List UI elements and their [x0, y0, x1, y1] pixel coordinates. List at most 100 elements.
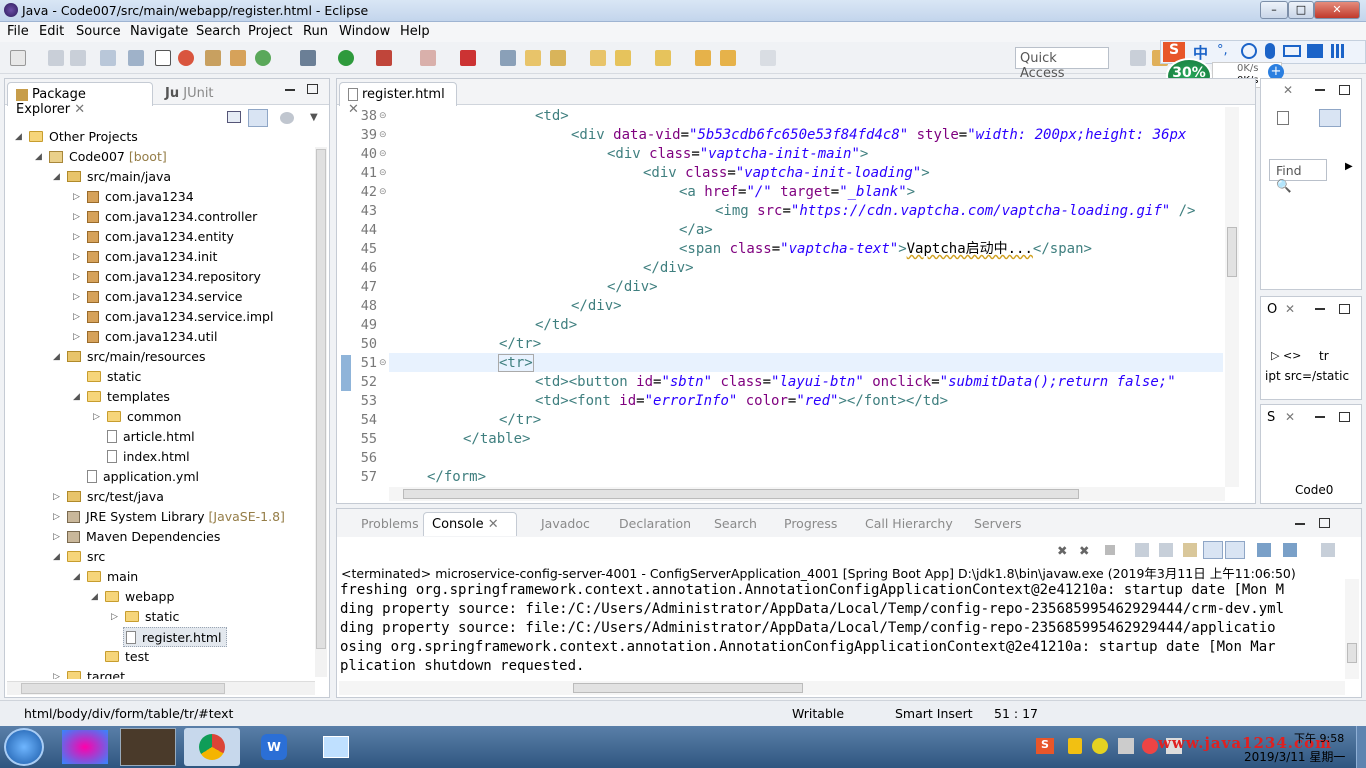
focus-icon[interactable]: [280, 112, 294, 124]
tree-item[interactable]: test: [91, 647, 149, 667]
minimize-view-icon[interactable]: [1315, 308, 1325, 310]
tab-outline[interactable]: O: [1267, 302, 1277, 317]
tab-register-html[interactable]: register.html ✕: [339, 82, 457, 117]
menu-navigate[interactable]: Navigate: [130, 24, 188, 39]
menu-file[interactable]: File: [7, 24, 29, 39]
tree-item[interactable]: ▷ com.java1234.service: [73, 287, 242, 307]
tree-item[interactable]: ◢ src: [53, 547, 105, 567]
find-field[interactable]: Find 🔍: [1269, 159, 1327, 193]
tree-item[interactable]: ▷ common: [93, 407, 181, 427]
remove-all-icon[interactable]: ✖: [1079, 543, 1089, 558]
tree-horizontal-scrollbar[interactable]: [7, 681, 315, 695]
tab-call-hierarchy[interactable]: Call Hierarchy: [865, 516, 953, 531]
tree-item[interactable]: ▷ com.java1234.repository: [73, 267, 261, 287]
code-node[interactable]: Code0: [1295, 483, 1333, 497]
display-console-icon[interactable]: [1283, 543, 1297, 557]
taskbar-wps-icon[interactable]: W: [246, 728, 302, 766]
save-icon[interactable]: [48, 50, 64, 66]
stop-icon[interactable]: [420, 50, 436, 66]
forward-icon[interactable]: [760, 50, 776, 66]
tree-item[interactable]: application.yml: [73, 467, 199, 487]
tab-search[interactable]: Search: [714, 516, 757, 531]
tab-declaration[interactable]: Declaration: [619, 516, 691, 531]
tab-s[interactable]: S: [1267, 410, 1275, 425]
sogou-tray-icon[interactable]: S: [1036, 738, 1054, 754]
minimize-view-icon[interactable]: [1315, 89, 1325, 91]
maximize-view-icon[interactable]: [1339, 304, 1350, 314]
tree-item[interactable]: ◢ src/main/resources: [53, 347, 205, 367]
editor-horizontal-scrollbar[interactable]: [389, 487, 1225, 501]
tab-junit[interactable]: Ju JUnit: [165, 86, 214, 101]
quick-access-field[interactable]: Quick Access: [1015, 47, 1109, 81]
chevron-right-icon[interactable]: ▶: [1345, 161, 1353, 172]
run-config-icon[interactable]: [376, 50, 392, 66]
tab-console[interactable]: Console ✕: [423, 512, 517, 536]
close-icon[interactable]: ✕: [1285, 302, 1295, 316]
editor-vertical-scrollbar[interactable]: [1225, 107, 1239, 487]
tree-item[interactable]: ◢ templates: [73, 387, 170, 407]
scroll-thumb[interactable]: [573, 683, 803, 693]
menu-search[interactable]: Search: [196, 24, 241, 39]
folder-open-icon[interactable]: [590, 50, 606, 66]
scroll-thumb[interactable]: [316, 149, 326, 649]
menu-edit[interactable]: Edit: [39, 24, 64, 39]
shirt-icon[interactable]: [1307, 44, 1323, 58]
tree-item[interactable]: ◢ webapp: [91, 587, 174, 607]
tab-package-explorer[interactable]: Package Explorer ✕: [7, 82, 153, 117]
tray-app-icon[interactable]: [1092, 738, 1108, 754]
tree-item[interactable]: ◢ Code007 [boot]: [35, 147, 167, 167]
link-with-editor-icon[interactable]: [248, 109, 268, 127]
categorize-icon[interactable]: [1319, 109, 1341, 127]
refresh-icon[interactable]: [255, 50, 271, 66]
web-icon[interactable]: [178, 50, 194, 66]
punctuation-icon[interactable]: °,: [1217, 43, 1228, 58]
pencil-icon[interactable]: [550, 50, 566, 66]
toggle-mark-icon[interactable]: [155, 50, 171, 66]
remove-launch-icon[interactable]: ✖: [1057, 543, 1067, 558]
smiley-icon[interactable]: [1241, 43, 1257, 59]
microphone-icon[interactable]: [1265, 43, 1275, 59]
tree-vertical-scrollbar[interactable]: [315, 147, 327, 677]
menu-help[interactable]: Help: [400, 24, 430, 39]
maximize-view-icon[interactable]: [1319, 518, 1330, 528]
external-tools-icon[interactable]: [460, 50, 476, 66]
fold-icon[interactable]: ⊝: [379, 130, 387, 140]
minimize-view-icon[interactable]: [285, 89, 295, 91]
tree-item[interactable]: index.html: [93, 447, 190, 467]
tree-item[interactable]: ▷ com.java1234.init: [73, 247, 217, 267]
maximize-view-icon[interactable]: [307, 84, 318, 94]
tab-javadoc[interactable]: Javadoc: [541, 516, 590, 531]
shield-icon[interactable]: [1068, 738, 1082, 754]
package-icon[interactable]: [230, 50, 246, 66]
network-icon[interactable]: [1118, 738, 1134, 754]
new-console-icon[interactable]: [1321, 543, 1335, 557]
tree-item[interactable]: ◢ Other Projects: [15, 127, 138, 147]
close-icon[interactable]: ✕: [488, 517, 499, 532]
show-stderr-icon[interactable]: [1225, 541, 1245, 559]
tree-item[interactable]: ▷ com.java1234.util: [73, 327, 217, 347]
tree-item[interactable]: ▷ static: [111, 607, 179, 627]
scroll-lock-icon[interactable]: [1135, 543, 1149, 557]
tree-item[interactable]: ▷ Maven Dependencies: [53, 527, 220, 547]
new-icon[interactable]: [10, 50, 26, 66]
back-icon[interactable]: [720, 50, 736, 66]
show-desktop-button[interactable]: [1356, 726, 1366, 768]
outline-tr[interactable]: tr: [1319, 349, 1329, 363]
code-area[interactable]: 38 ⊝ 39 ⊝ 40 ⊝ 41 ⊝ 42 ⊝ 43 44 45 46 47 48 49 50 51 ⊝ 52 53 54…: [337, 107, 1225, 487]
pin-console-icon[interactable]: [1159, 543, 1173, 557]
tray-warning-icon[interactable]: [1142, 738, 1158, 754]
tab-progress[interactable]: Progress: [784, 516, 837, 531]
tab-problems[interactable]: Problems: [361, 516, 419, 531]
taskbar-chrome-icon[interactable]: [184, 728, 240, 766]
console-output[interactable]: freshing org.springframework.context.ann…: [337, 579, 1345, 677]
clock-time[interactable]: 下午 9:58: [1294, 730, 1344, 746]
collapse-all-icon[interactable]: [227, 111, 241, 123]
tree-item[interactable]: ▷ com.java1234.controller: [73, 207, 257, 227]
tree-item[interactable]: ▷ JRE System Library [JavaSE-1.8]: [53, 507, 285, 527]
next-annotation-icon[interactable]: [615, 50, 631, 66]
menu-source[interactable]: Source: [76, 24, 121, 39]
close-icon[interactable]: ✕: [74, 102, 85, 117]
save-all-icon[interactable]: [70, 50, 86, 66]
scroll-thumb[interactable]: [403, 489, 1079, 499]
close-icon[interactable]: ✕: [1285, 410, 1295, 424]
